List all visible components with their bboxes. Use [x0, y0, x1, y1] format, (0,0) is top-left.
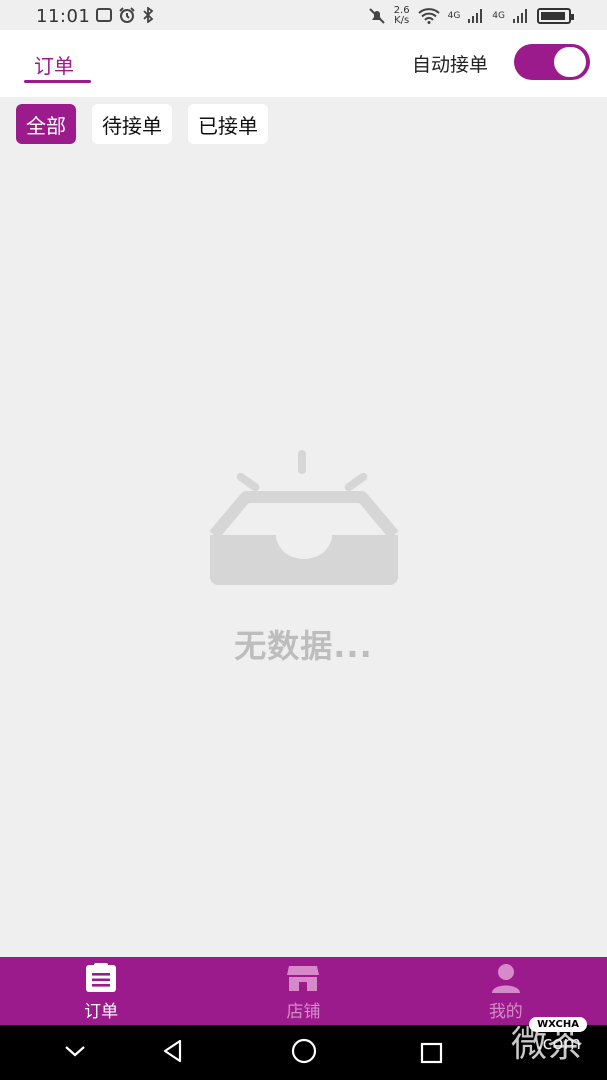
android-nav-bar: 微茶 WXCHA .com — [0, 1017, 607, 1080]
nav-store[interactable]: 店铺 — [202, 957, 404, 1025]
nav-store-label: 店铺 — [286, 1002, 321, 1022]
bluetooth-icon — [143, 7, 154, 23]
signal-label-1: 4G — [447, 11, 461, 21]
empty-inbox-icon — [208, 450, 399, 585]
tab-indicator — [24, 80, 91, 83]
signal-icon — [468, 9, 483, 23]
signal-icon — [513, 9, 527, 23]
store-icon — [287, 966, 320, 991]
tab-orders[interactable]: 订单 — [34, 50, 74, 79]
toggle-knob — [554, 47, 586, 77]
status-time: 11:01 — [36, 6, 91, 27]
filter-accepted-chip[interactable]: 已接单 — [188, 104, 268, 144]
order-list-icon — [86, 963, 117, 992]
battery-icon — [537, 8, 574, 24]
alarm-icon — [119, 7, 135, 23]
signal-label-2: 4G — [492, 11, 505, 21]
recents-icon[interactable] — [420, 1041, 444, 1065]
net-speed: 2.6 K/s — [393, 5, 410, 26]
notification-icon — [96, 8, 112, 22]
watermark-domain: .com — [536, 1033, 581, 1054]
auto-accept-label: 自动接单 — [412, 54, 489, 76]
chevron-down-icon[interactable] — [62, 1038, 88, 1064]
home-icon[interactable] — [290, 1038, 318, 1064]
filter-pending-chip[interactable]: 待接单 — [92, 104, 172, 144]
nav-orders-label: 订单 — [84, 1002, 119, 1022]
order-filter-bar: 全部 待接单 已接单 — [16, 104, 268, 144]
watermark-badge: WXCHA — [529, 1017, 587, 1032]
status-bar: 11:01 2.6 K/s 4G 4G — [0, 0, 607, 30]
nav-orders[interactable]: 订单 — [0, 957, 202, 1025]
top-header: 订单 自动接单 — [0, 30, 607, 97]
user-icon — [491, 964, 520, 993]
auto-accept-toggle[interactable] — [514, 44, 590, 80]
back-icon[interactable] — [160, 1038, 186, 1064]
empty-state: 无数据... — [0, 445, 607, 667]
mute-bell-icon — [368, 8, 385, 24]
filter-all-chip[interactable]: 全部 — [16, 104, 76, 144]
empty-state-text: 无数据... — [234, 627, 373, 665]
wifi-icon — [417, 8, 440, 24]
